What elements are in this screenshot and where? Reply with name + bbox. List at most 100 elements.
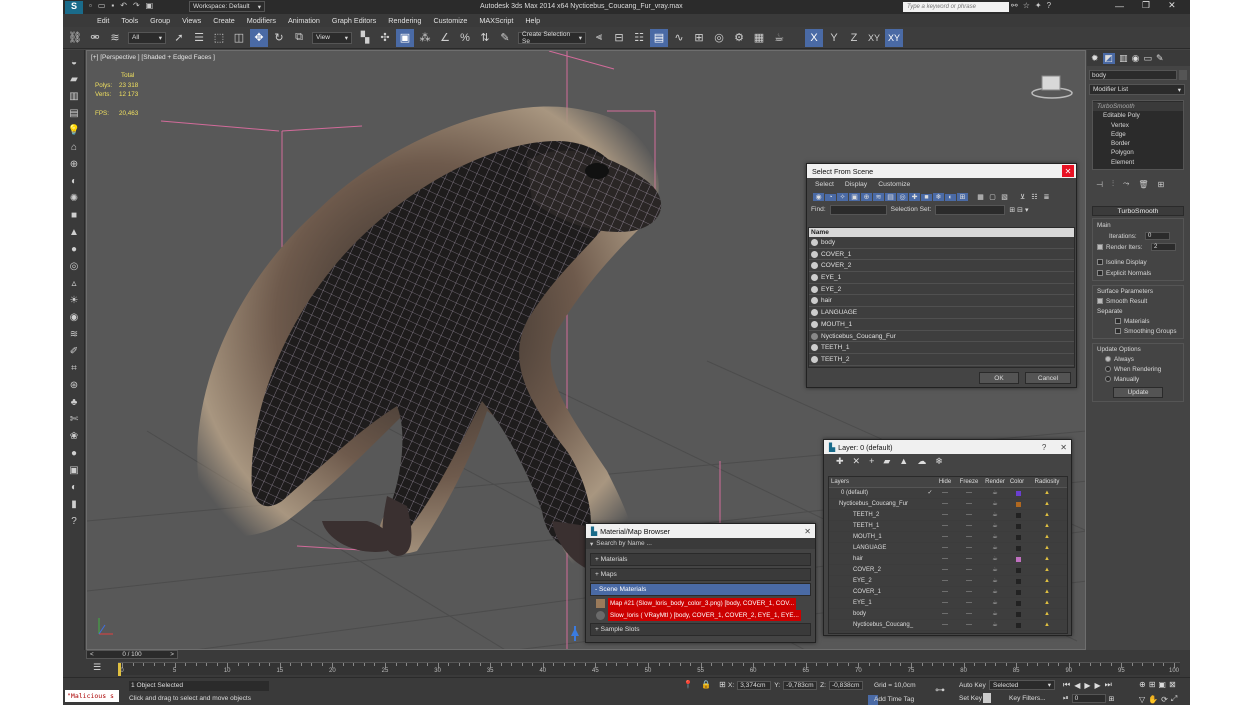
freeze-toggle[interactable]: — [961,576,977,587]
menu-customize[interactable]: Customize [427,16,473,25]
display-geometry-icon[interactable]: ◉ [813,193,824,201]
ball-icon[interactable]: ● [63,445,85,462]
named-selection-dropdown[interactable]: Create Selection Se ▾ [518,31,586,45]
list-item[interactable]: hair [809,295,1074,308]
menu-views[interactable]: Views [176,16,207,25]
create-icon[interactable]: ◒ [63,54,85,71]
layer-view-icon[interactable]: ≣ [1041,193,1052,201]
geosphere-icon[interactable]: ◉ [63,309,85,326]
save-icon[interactable]: ▪ [111,1,114,10]
y-coordinate-field[interactable]: -9,783cm [783,681,818,690]
explicit-normals-checkbox[interactable] [1097,270,1103,277]
hide-toggle[interactable]: — [937,609,953,620]
column-layers[interactable]: Layers [831,477,849,488]
display-groups-icon[interactable]: ▤ [885,193,896,201]
freeze-toggle[interactable]: — [961,543,977,554]
layer-row[interactable]: 0 (default) — — ☕ ▲ ✓ [829,488,1067,499]
select-scale-icon[interactable]: ⧉ [290,29,308,47]
radiosity-icon[interactable]: ▲ [1041,576,1053,587]
stack-item-vertex[interactable]: Vertex [1093,121,1183,130]
menu-group[interactable]: Group [144,16,176,25]
configure-sets-icon[interactable]: ⊞ [1158,180,1165,189]
axis-constraint-z[interactable]: Z [845,29,863,47]
absolute-mode-icon[interactable]: ⊞ [719,680,726,689]
select-invert-icon[interactable]: ▧ [999,193,1010,201]
menu-create[interactable]: Create [207,16,241,25]
keyboard-shortcut-override-icon[interactable]: ▣ [396,28,414,47]
cone-icon[interactable]: ▲ [63,224,85,241]
freeze-toggle[interactable]: — [961,488,977,499]
binoculars-icon[interactable]: ⚯ [1011,1,1018,10]
render-iters-spinner[interactable]: 2 [1151,243,1176,252]
hide-all-icon[interactable]: ☁ [917,456,926,467]
menu-animation[interactable]: Animation [282,16,326,25]
set-key-button[interactable]: Set Key [959,695,982,702]
help-icon[interactable]: ? [1047,1,1051,10]
radiosity-icon[interactable]: ▲ [1041,543,1053,554]
render-teapot-icon[interactable]: ☕ [987,554,1003,565]
layer-dialog-titlebar[interactable]: ▙ Layer: 0 (default) ? ✕ [824,440,1071,454]
tab-utilities-icon[interactable]: ✎ [1156,53,1164,64]
stack-item-border[interactable]: Border [1093,139,1183,148]
sfs-menu-customize[interactable]: Customize [878,181,910,188]
column-hide[interactable]: Hide [937,477,953,488]
motion-icon[interactable]: ▤ [63,105,85,122]
chevron-left-icon[interactable]: < [90,651,94,658]
sfs-menu-display[interactable]: Display [845,181,867,188]
material-editor-icon[interactable]: ◎ [710,29,728,47]
column-color[interactable]: Color [1009,477,1025,488]
selection-set-dropdown[interactable] [935,204,1006,215]
update-button[interactable]: Update [1113,387,1163,398]
radiosity-icon[interactable]: ▲ [1041,488,1053,499]
filter-icon[interactable]: ⊻ [1017,193,1028,201]
paint-icon[interactable]: ✐ [63,343,85,360]
transform-gizmo[interactable] [571,626,579,641]
mirror-icon[interactable]: ⫷ [590,29,608,47]
layer-color-swatch[interactable] [1013,609,1023,620]
select-all-icon[interactable]: ▦ [975,193,986,201]
radiosity-icon[interactable]: ▲ [1041,532,1053,543]
isoline-display-checkbox[interactable] [1097,259,1103,266]
rectangle-selection-icon[interactable]: ⬚ [210,29,228,47]
radiosity-icon[interactable]: ▲ [1041,620,1053,631]
render-teapot-icon[interactable]: ☕ [987,521,1003,532]
box-icon[interactable]: ■ [63,207,85,224]
zoom-all-icon[interactable]: ⊞ [1149,680,1156,689]
display-hidden-icon[interactable]: ◐ [945,193,956,201]
column-render[interactable]: Render [983,477,1007,488]
add-time-tag[interactable]: Add Time Tag [874,696,914,703]
display-frozen-icon[interactable]: ❄ [933,193,944,201]
iterations-spinner[interactable]: 0 [1145,232,1170,241]
hide-toggle[interactable]: — [937,587,953,598]
hide-toggle[interactable]: — [937,521,953,532]
key-filters-button[interactable]: Key Filters... [1009,695,1046,702]
workspace-dropdown[interactable]: Workspace: Default ▾ [189,1,265,12]
select-from-scene-titlebar[interactable]: Select From Scene ✕ [807,164,1076,178]
scene-material-entry[interactable]: Map #21 (Slow_loris_body_color_3.png) [b… [590,598,811,610]
chevron-right-icon[interactable]: > [170,651,174,658]
display-all-icon[interactable]: ⊞ [957,193,968,201]
key-selection-dropdown[interactable]: Selected ▾ [989,680,1055,690]
layer-color-swatch[interactable] [1013,598,1023,609]
layer-manager-icon[interactable]: ☷ [630,29,648,47]
zoom-extents-icon[interactable]: ▣ [1158,680,1166,689]
play-icon[interactable]: ▶ [1084,681,1090,690]
list-item[interactable]: COVER_1 [809,249,1074,261]
display-bones-icon[interactable]: ✚ [909,193,920,201]
cancel-button[interactable]: Cancel [1025,372,1071,384]
layer-row[interactable]: Nycticebus_Coucang_ — — ☕ ▲ [829,620,1067,631]
turbosmooth-rollout-header[interactable]: TurboSmooth [1092,206,1184,216]
stack-item-edge[interactable]: Edge [1093,130,1183,139]
angle-snap-icon[interactable]: ∠ [436,29,454,47]
separate-smoothing-groups-checkbox[interactable] [1115,328,1121,335]
minimize-icon[interactable]: — [1115,1,1124,11]
section-sample-slots[interactable]: + Sample Slots [590,623,811,636]
list-item[interactable]: EYE_1 [809,272,1074,284]
layer-row[interactable]: TEETH_1 — — ☕ ▲ [829,521,1067,532]
layer-color-swatch[interactable] [1013,510,1023,521]
radiosity-icon[interactable]: ▲ [1041,609,1053,620]
exchange-icon[interactable]: ✦ [1035,1,1042,10]
chevron-down-icon[interactable]: ▾ [590,540,593,548]
display-spacewarps-icon[interactable]: ≋ [873,193,884,201]
tab-modify-icon[interactable]: ◩ [1102,52,1116,64]
